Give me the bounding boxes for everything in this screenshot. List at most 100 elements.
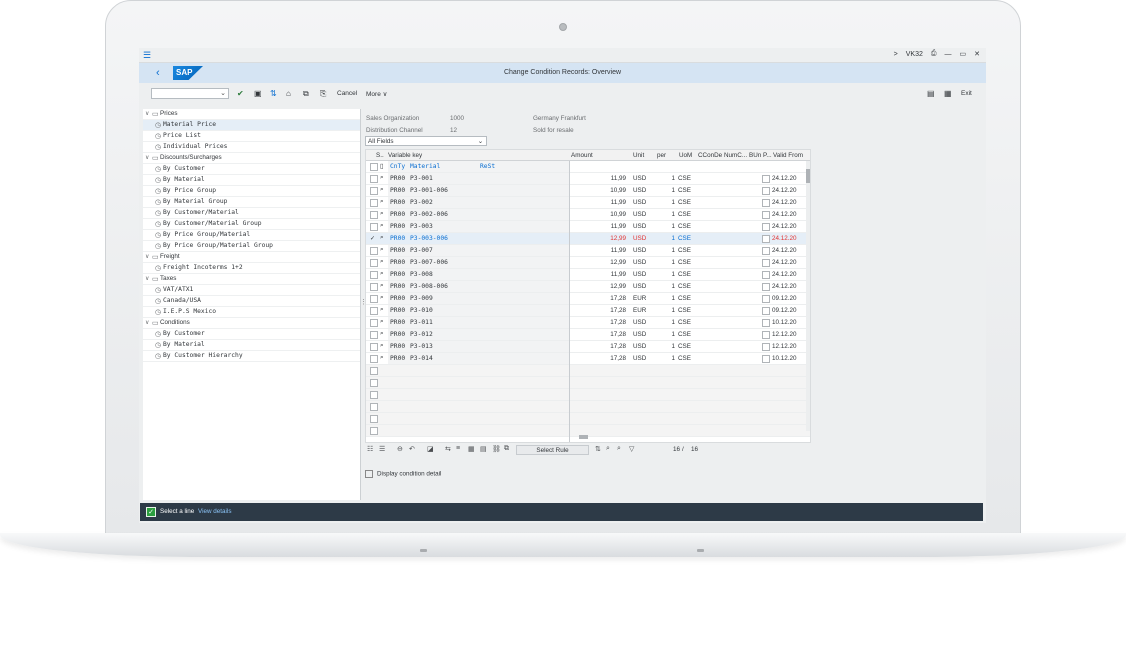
bun-checkbox[interactable] <box>762 223 770 231</box>
tree-item[interactable]: ◷ By Material <box>143 340 360 351</box>
amount-cell[interactable]: 17,28 <box>571 331 626 338</box>
uom-cell[interactable]: CSE <box>678 175 691 182</box>
unit-cell[interactable]: USD <box>633 331 646 338</box>
row-checkbox[interactable] <box>370 331 378 339</box>
col-header-valid-from[interactable]: Valid From <box>772 150 810 161</box>
unit-cell[interactable]: USD <box>633 211 646 218</box>
table-row[interactable]: ⌕ PR00 P3-007 11,99 USD 1 CSE 24.12.20 <box>366 245 810 257</box>
uom-cell[interactable]: CSE <box>678 235 691 242</box>
empty-row[interactable] <box>366 401 810 413</box>
search-icon[interactable]: ⌕ <box>606 445 610 453</box>
table-row[interactable]: ⌕ PR00 P3-003 11,99 USD 1 CSE 24.12.20 <box>366 221 810 233</box>
per-cell[interactable]: 1 <box>658 355 675 362</box>
search-icon[interactable]: ⌕ <box>380 318 384 326</box>
per-cell[interactable]: 1 <box>658 295 675 302</box>
bun-checkbox[interactable] <box>762 331 770 339</box>
uom-cell[interactable]: CSE <box>678 223 691 230</box>
table-row[interactable]: ✓ ⌕ PR00 P3-003-006 12,99 USD 1 CSE 24.12.20 <box>366 233 810 245</box>
sort-icon[interactable]: ⇅ <box>595 445 601 453</box>
valid-from-cell[interactable]: 24.12.20 <box>772 235 797 242</box>
per-cell[interactable]: 1 <box>658 259 675 266</box>
empty-row[interactable] <box>366 389 810 401</box>
tree-folder[interactable]: ∨ ▭ Conditions <box>143 318 360 329</box>
row-checkbox[interactable] <box>370 163 378 171</box>
amount-cell[interactable]: 10,99 <box>571 187 626 194</box>
valid-from-cell[interactable]: 09.12.20 <box>772 307 797 314</box>
display-condition-detail[interactable]: Display condition detail <box>365 470 441 478</box>
amount-cell[interactable]: 11,99 <box>571 223 626 230</box>
row-checkbox[interactable] <box>370 259 378 267</box>
shell-control-5[interactable]: ✕ <box>974 50 980 58</box>
row-checkbox[interactable] <box>370 271 378 279</box>
search-icon[interactable]: ⌕ <box>380 282 384 290</box>
amount-cell[interactable]: 11,99 <box>571 271 626 278</box>
empty-row[interactable] <box>366 377 810 389</box>
row-checkbox[interactable] <box>370 379 378 387</box>
uom-cell[interactable]: CSE <box>678 355 691 362</box>
tree-item[interactable]: ◷ By Price Group/Material <box>143 230 360 241</box>
row-checkbox[interactable] <box>370 223 378 231</box>
per-cell[interactable]: 1 <box>658 175 675 182</box>
col-header-amount[interactable]: Amount <box>569 150 632 161</box>
search-icon[interactable]: ⌕ <box>380 222 384 230</box>
row-checkbox[interactable] <box>370 307 378 315</box>
exit-button[interactable]: Exit <box>961 90 972 97</box>
unit-cell[interactable]: USD <box>633 235 646 242</box>
col-header-numc[interactable]: NumC... <box>723 150 748 161</box>
uom-cell[interactable]: CSE <box>678 295 691 302</box>
table-row[interactable]: ⌕ PR00 P3-011 17,28 USD 1 CSE 10.12.20 <box>366 317 810 329</box>
valid-from-cell[interactable]: 10.12.20 <box>772 319 797 326</box>
amount-cell[interactable]: 12,99 <box>571 235 626 242</box>
valid-from-cell[interactable]: 24.12.20 <box>772 211 797 218</box>
search-icon[interactable]: ⌕ <box>380 210 384 218</box>
tree-folder[interactable]: ∨ ▭ Freight <box>143 252 360 263</box>
per-cell[interactable]: 1 <box>658 331 675 338</box>
deselect-icon[interactable]: ☰ <box>379 445 385 453</box>
chevron-down-icon[interactable]: ∨ <box>145 319 149 326</box>
table-row[interactable]: ⌕ PR00 P3-013 17,28 USD 1 CSE 12.12.20 <box>366 341 810 353</box>
amount-cell[interactable]: 17,28 <box>571 355 626 362</box>
col-header-bun[interactable]: BUn P... <box>748 150 772 161</box>
row-checkbox[interactable] <box>370 391 378 399</box>
amount-cell[interactable]: 17,28 <box>571 343 626 350</box>
col-header-variable-key[interactable]: Variable key <box>388 150 569 161</box>
unit-cell[interactable]: EUR <box>633 307 646 314</box>
col-header-per[interactable]: per <box>656 150 678 161</box>
bun-checkbox[interactable] <box>762 307 770 315</box>
valid-from-cell[interactable]: 24.12.20 <box>772 223 797 230</box>
chevron-down-icon[interactable]: ∨ <box>145 253 149 260</box>
amount-cell[interactable]: 17,28 <box>571 295 626 302</box>
tree-folder[interactable]: ∨ ▭ Prices <box>143 109 360 120</box>
search-icon[interactable]: ⌕ <box>380 330 384 338</box>
row-checkbox[interactable] <box>370 283 378 291</box>
tree-item[interactable]: ◷ By Customer Hierarchy <box>143 351 360 362</box>
table-row[interactable]: ⌕ PR00 P3-009 17,28 EUR 1 CSE 09.12.20 <box>366 293 810 305</box>
calendar-icon[interactable]: ▦ <box>468 445 475 453</box>
table-row[interactable]: ⌕ PR00 P3-001-006 10,99 USD 1 CSE 24.12.20 <box>366 185 810 197</box>
bun-checkbox[interactable] <box>762 235 770 243</box>
amount-cell[interactable]: 11,99 <box>571 247 626 254</box>
table-row[interactable]: ⌕ PR00 P3-008-006 12,99 USD 1 CSE 24.12.20 <box>366 281 810 293</box>
per-cell[interactable]: 1 <box>658 319 675 326</box>
valid-from-cell[interactable]: 24.12.20 <box>772 187 797 194</box>
bun-checkbox[interactable] <box>762 211 770 219</box>
per-cell[interactable]: 1 <box>658 271 675 278</box>
shell-control-3[interactable]: — <box>945 51 952 58</box>
tree-item[interactable]: ◷ VAT/ATX1 <box>143 285 360 296</box>
row-checkbox[interactable] <box>370 175 378 183</box>
amount-cell[interactable]: 11,99 <box>571 175 626 182</box>
col-header-select[interactable]: S.. <box>366 150 388 161</box>
bun-checkbox[interactable] <box>762 355 770 363</box>
row-checkbox[interactable] <box>370 355 378 363</box>
paste-icon[interactable]: ⎘ <box>320 89 326 99</box>
tree-item[interactable]: ◷ By Price Group/Material Group <box>143 241 360 252</box>
select-rule-button[interactable]: Select Rule <box>516 445 589 455</box>
tree-item[interactable]: ◷ By Material <box>143 175 360 186</box>
col-header-unit[interactable]: Unit <box>632 150 656 161</box>
table-row[interactable]: ⌕ PR00 P3-008 11,99 USD 1 CSE 24.12.20 <box>366 269 810 281</box>
search-icon[interactable]: ⌕ <box>380 234 384 242</box>
tree-item[interactable]: ◷ Material Price <box>143 120 360 131</box>
link-icon[interactable]: ⛓ <box>492 445 501 453</box>
amount-cell[interactable]: 12,99 <box>571 259 626 266</box>
filter-icon[interactable]: ▽ <box>629 445 634 453</box>
